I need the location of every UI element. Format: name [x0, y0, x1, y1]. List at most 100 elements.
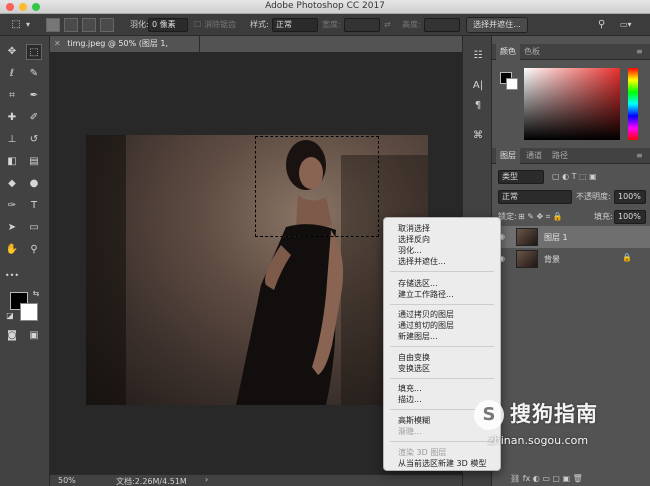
menu-item-select-inverse[interactable]: 选择反向	[398, 234, 430, 245]
menu-item-free-transform[interactable]: 自由变换	[398, 352, 430, 363]
select-and-mask-button[interactable]: 选择并遮住...	[466, 17, 528, 33]
workspace-icon[interactable]: ▭▾	[620, 18, 632, 32]
rectangle-tool-icon[interactable]: ▭	[26, 220, 42, 236]
layer-filter-icons[interactable]: ▢ ◐ T ⬚ ▣	[552, 170, 597, 184]
close-icon[interactable]: ✕	[54, 39, 61, 48]
layer-thumbnail	[516, 228, 538, 246]
layer-row[interactable]: ◉ 背景 🔒	[492, 248, 650, 270]
adjustments-panel-icon[interactable]: ⌘	[470, 128, 486, 144]
layers-panel-tabs: 图层 通道 路径 ≡	[492, 148, 650, 164]
subtract-selection-button[interactable]	[82, 18, 96, 32]
menu-item-fill[interactable]: 填充...	[398, 383, 422, 394]
default-colors-icon[interactable]: ◪	[2, 308, 18, 324]
color-panel-background[interactable]	[506, 78, 518, 90]
more-tools-icon[interactable]: •••	[4, 268, 20, 284]
opacity-label: 不透明度:	[576, 192, 611, 201]
blur-tool-icon[interactable]: ◆	[4, 176, 20, 192]
history-panel-icon[interactable]: ☷	[470, 48, 486, 64]
quick-select-tool-icon[interactable]: ✎	[26, 66, 42, 82]
style-select[interactable]: 正常	[272, 18, 318, 32]
menu-item-save-selection[interactable]: 存储选区...	[398, 278, 438, 289]
layer-kind-filter[interactable]: 类型	[498, 170, 544, 184]
search-icon[interactable]: ⚲	[598, 18, 605, 32]
status-menu-arrow-icon[interactable]: ›	[205, 475, 208, 484]
menu-item-make-work-path[interactable]: 建立工作路径...	[398, 289, 454, 300]
pen-tool-icon[interactable]: ✑	[4, 198, 20, 214]
fill-input[interactable]: 100%	[614, 210, 646, 224]
eyedropper-tool-icon[interactable]: ✒	[26, 88, 42, 104]
crop-tool-icon[interactable]: ⌗	[4, 88, 20, 104]
width-input[interactable]	[344, 18, 380, 32]
menu-item-new-layer[interactable]: 新建图层...	[398, 331, 438, 342]
opacity-input[interactable]: 100%	[614, 190, 646, 204]
menu-item-stroke[interactable]: 描边...	[398, 394, 422, 405]
add-selection-button[interactable]	[64, 18, 78, 32]
dodge-tool-icon[interactable]: ●	[26, 176, 42, 192]
marquee-tool-icon[interactable]: ⬚	[26, 44, 42, 60]
screen-mode-icon[interactable]: ▣	[26, 328, 42, 344]
eraser-tool-icon[interactable]: ◧	[4, 154, 20, 170]
antialias-checkbox[interactable]: ☐	[194, 18, 201, 32]
hue-slider[interactable]	[628, 68, 638, 140]
intersect-selection-button[interactable]	[100, 18, 114, 32]
document-tab[interactable]: ✕ timg.jpeg @ 50% (图层 1, RGB/8#) *	[50, 36, 200, 64]
layer-footer-icons[interactable]: ⛓ fx ◐ ▭ ▢ ▣ 🗑	[510, 472, 583, 486]
status-bar: 50% 文档:2.26M/4.51M ›	[50, 474, 462, 486]
path-select-icon[interactable]: ➤	[4, 220, 20, 236]
zoom-level[interactable]: 50%	[58, 476, 76, 485]
lock-icons[interactable]: ⊞ ✎ ✥ ⌗ 🔒	[518, 210, 563, 224]
app-title: Adobe Photoshop CC 2017	[265, 1, 385, 11]
lock-icon: 🔒	[622, 253, 632, 262]
blend-mode-select[interactable]: 正常	[498, 190, 572, 204]
menu-item-feather[interactable]: 羽化...	[398, 245, 422, 256]
clone-stamp-icon[interactable]: ⊥	[4, 132, 20, 148]
menu-separator	[390, 378, 494, 379]
tab-paths[interactable]: 路径	[548, 148, 572, 164]
menu-item-select-and-mask[interactable]: 选择并遮住...	[398, 256, 446, 267]
background-color-swatch[interactable]	[20, 303, 38, 321]
quick-mask-icon[interactable]: ◙	[4, 328, 20, 344]
lasso-tool-icon[interactable]: ℓ	[4, 66, 20, 82]
history-brush-icon[interactable]: ↺	[26, 132, 42, 148]
healing-brush-icon[interactable]: ✚	[4, 110, 20, 126]
new-selection-button[interactable]	[46, 18, 60, 32]
layers-panel-menu-icon[interactable]: ≡	[632, 148, 647, 164]
menu-item-deselect[interactable]: 取消选择	[398, 223, 430, 234]
toolbox: ✥ ⬚ ℓ ✎ ⌗ ✒ ✚ ✐ ⊥ ↺ ◧ ▤ ◆ ● ✑ T ➤ ▭ ✋ ⚲ …	[0, 36, 50, 486]
swap-dimensions-icon[interactable]: ⇄	[384, 18, 391, 32]
menu-item-layer-via-copy[interactable]: 通过拷贝的图层	[398, 309, 454, 320]
height-input[interactable]	[424, 18, 460, 32]
layer-row[interactable]: ◉ 图层 1	[492, 226, 650, 248]
menu-item-transform-selection[interactable]: 变换选区	[398, 363, 430, 374]
preset-dropdown-icon[interactable]: ▾	[26, 18, 30, 32]
tab-layers[interactable]: 图层	[496, 148, 520, 164]
marquee-selection[interactable]	[255, 136, 379, 237]
layer-thumbnail	[516, 250, 538, 268]
swap-colors-icon[interactable]: ⇆	[28, 286, 44, 302]
move-tool-icon[interactable]: ✥	[4, 44, 20, 60]
marquee-preset-icon[interactable]: ⬚	[8, 17, 24, 33]
menu-item-gaussian-blur[interactable]: 高斯模糊	[398, 415, 430, 426]
sogou-watermark: S 搜狗指南 zhinan.sogou.com	[474, 396, 634, 458]
paragraph-panel-icon[interactable]: ¶	[470, 98, 486, 114]
menu-item-render-3d-layer: 渲染 3D 图层	[398, 448, 447, 457]
width-label: 宽度:	[322, 20, 341, 29]
menu-item-new-3d-from-selection[interactable]: 从当前选区新建 3D 模型	[398, 458, 486, 469]
tab-color[interactable]: 颜色	[496, 44, 520, 60]
title-bar: Adobe Photoshop CC 2017	[0, 0, 650, 14]
menu-separator	[390, 271, 494, 272]
feather-input[interactable]: 0 像素	[148, 18, 188, 32]
menu-item-layer-via-cut[interactable]: 通过剪切的图层	[398, 320, 454, 331]
gradient-tool-icon[interactable]: ▤	[26, 154, 42, 170]
layer-name: 背景	[544, 255, 560, 264]
hand-tool-icon[interactable]: ✋	[4, 242, 20, 258]
color-picker-field[interactable]	[524, 68, 620, 140]
character-panel-icon[interactable]: A|	[470, 78, 486, 94]
layer-name: 图层 1	[544, 233, 568, 242]
zoom-tool-icon[interactable]: ⚲	[26, 242, 42, 258]
tab-channels[interactable]: 通道	[522, 148, 546, 164]
type-tool-icon[interactable]: T	[26, 198, 42, 214]
tab-swatches[interactable]: 色板	[520, 44, 544, 60]
brush-tool-icon[interactable]: ✐	[26, 110, 42, 126]
panel-menu-icon[interactable]: ≡	[632, 44, 647, 60]
